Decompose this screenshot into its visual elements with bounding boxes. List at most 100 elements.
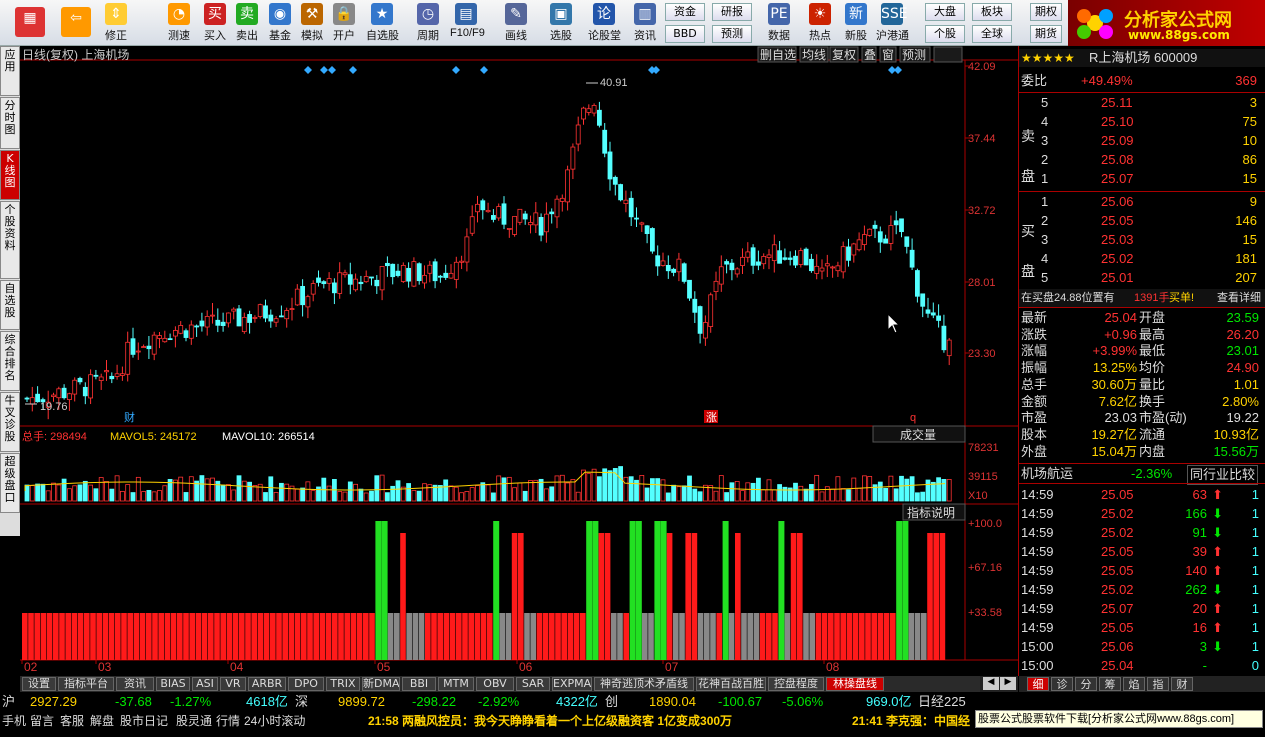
indicator-bar [673,613,679,660]
tick-volume: 262 [1185,582,1207,597]
quote-tab-1[interactable]: 诊 [1051,677,1073,691]
toolbar-button-19[interactable]: SSE 沪港通 [876,2,909,44]
indicator-bar [561,613,567,660]
indicator-tab-7[interactable]: DPO [288,677,324,691]
indicator-tab-11[interactable]: MTM [438,677,474,691]
event-diamond-icon[interactable] [328,66,336,74]
indicator-tab-2[interactable]: 资讯 [116,677,154,691]
toolbar-button-6[interactable]: ◉ 基金 [264,2,296,44]
toolbar-small-fund[interactable]: 资金 [665,3,705,21]
indicator-tab-3[interactable]: BIAS [156,677,190,691]
toolbar-button-11[interactable]: ▤ F10/F9 [450,2,485,44]
toolbar-small-bbd[interactable]: BBD [665,25,705,43]
notice-detail-link[interactable]: 查看详细 [1217,289,1261,307]
indicator-tab-9[interactable]: 新DMA [362,677,400,691]
event-diamond-icon[interactable] [304,66,312,74]
toolbar-button-9[interactable]: ★ 自选股 [366,2,399,44]
event-diamond-icon[interactable] [320,66,328,74]
status-link-4[interactable]: 股市日记 [120,711,168,731]
toolbar-button-0[interactable]: ▦ [12,2,48,44]
toolbar-small-forecast[interactable]: 预测 [712,25,752,43]
kline-chart-svg[interactable]: 日线(复权) 上海机场 删自选 均线 复权叠窗预测 42.09 37.44 32.72 28.… [20,46,1018,676]
news-ticker-2[interactable]: 21:41 李克强：中国经 [852,711,970,731]
quote-tab-6[interactable]: 财 [1171,677,1193,691]
quote-tab-2[interactable]: 分 [1075,677,1097,691]
toolbar-button-1[interactable]: ⇦ [58,2,94,44]
status-link-0[interactable]: 手机 [2,711,26,731]
event-diamond-icon[interactable] [452,66,460,74]
toolbar-small-market[interactable]: 大盘 [925,3,965,21]
clock-dropdown-icon: ◷ [417,3,439,25]
news-ticker-1[interactable]: 21:58 两融风控员：我今天睁睁看着一个上亿级融资客 1亿变成300万 [368,711,732,731]
toolbar-small-fut[interactable]: 期货 [1030,25,1062,43]
toolbar-small-futures[interactable]: 期权 [1030,3,1062,21]
status-link-2[interactable]: 客服 [60,711,84,731]
indicator-tab-6[interactable]: ARBR [248,677,286,691]
indicator-tab-8[interactable]: TRIX [326,677,360,691]
indicator-tab-15[interactable]: 神奇逃顶术矛盾线 [594,677,694,691]
toolbar-small-sector[interactable]: 板块 [972,3,1012,21]
status-link-1[interactable]: 留言 [30,711,54,731]
toolbar-button-18[interactable]: 新新股 [840,2,872,44]
indicator-tab-14[interactable]: EXPMA [552,677,592,691]
toolbar-button-12[interactable]: ✎ 画线 [500,2,532,44]
quote-tab-3[interactable]: 筹 [1099,677,1121,691]
kline-chart-panel[interactable]: 日线(复权) 上海机场 删自选 均线 复权叠窗预测 42.09 37.44 32.72 28.… [20,46,1018,676]
quote-tab-4[interactable]: 焰 [1123,677,1145,691]
toolbar-button-13[interactable]: ▣ 选股 [545,2,577,44]
toolbar-button-14[interactable]: 论论股堂 [588,2,621,44]
quote-tab-0[interactable]: 细 [1027,677,1049,691]
event-diamond-icon[interactable] [349,66,357,74]
toolbar-small-stock[interactable]: 个股 [925,25,965,43]
candle-body [681,263,687,282]
toolbar-small-global[interactable]: 全球 [972,25,1012,43]
sidebar-tab-1[interactable]: 分时图 [0,97,20,149]
toolbar-button-5[interactable]: 卖卖出 [231,2,263,44]
status-link-7[interactable]: 24小时滚动 [244,711,305,731]
status-link-5[interactable]: 股灵通 [176,711,212,731]
toolbar-button-16[interactable]: PE 数据 [763,2,795,44]
indicator-bar [474,613,481,660]
indicator-tab-12[interactable]: OBV [476,677,514,691]
toolbar-button-8[interactable]: 🔒 开户 [328,2,360,44]
toolbar-button-7[interactable]: ⚒ 模拟 [296,2,328,44]
tick-row: 14:59 25.02 262 ⬇ 1 [1019,581,1265,599]
event-diamond-icon[interactable] [894,66,902,74]
toolbar-small-research[interactable]: 研报 [712,3,752,21]
status-link-6[interactable]: 行情 [216,711,240,731]
sidebar-tab-3[interactable]: 个股资料 [0,201,20,279]
toolbar-button-15[interactable]: ▥ 资讯 [629,2,661,44]
indicator-tab-16[interactable]: 花神百战百胜 [696,677,766,691]
chart-menu-button[interactable] [933,46,963,63]
scroll-right-icon[interactable]: ▶ [1000,677,1016,690]
indicator-tab-5[interactable]: VR [220,677,246,691]
quote-tab-5[interactable]: 指 [1147,677,1169,691]
event-diamond-icon[interactable] [652,66,660,74]
status-link-3[interactable]: 解盘 [90,711,114,731]
toolbar-button-4[interactable]: 买买入 [199,2,231,44]
toolbar-button-3[interactable]: ◔ 测速 [163,2,195,44]
indicator-tab-0[interactable]: 设置 [22,677,56,691]
toolbar-button-2[interactable]: ⇕ 修正 [100,2,132,44]
sidebar-tab-5[interactable]: 综合排名 [0,331,20,391]
event-diamond-icon[interactable] [480,66,488,74]
sidebar-tab-2[interactable]: K线图 [0,150,20,200]
ad-banner[interactable]: 股票公式股票软件下载[分析家公式网www.88gs.com] [975,710,1263,728]
indicator-tab-10[interactable]: BBI [402,677,436,691]
toolbar-button-17[interactable]: ☀ 热点 [804,2,836,44]
sidebar-tab-7[interactable]: 超级盘口 [0,453,20,513]
industry-compare-button[interactable]: 同行业比较 [1187,465,1259,485]
indicator-tab-4[interactable]: ASI [192,677,218,691]
indicator-bar [468,613,474,660]
bid-volume: 207 [1235,270,1257,285]
toolbar-button-10[interactable]: ◷ 周期 [412,2,444,44]
indicator-bar [753,613,760,660]
indicator-tab-13[interactable]: SAR [516,677,550,691]
indicator-tab-17[interactable]: 控盘程度 [768,677,824,691]
sidebar-tab-6[interactable]: 牛叉诊股 [0,392,20,452]
sidebar-tab-4[interactable]: 自选股 [0,280,20,330]
indicator-tab-1[interactable]: 指标平台 [58,677,114,691]
sidebar-tab-0[interactable]: 应用 [0,46,20,96]
indicator-tab-18[interactable]: 林操盘线 [826,677,884,691]
scroll-left-icon[interactable]: ◀ [983,677,999,690]
